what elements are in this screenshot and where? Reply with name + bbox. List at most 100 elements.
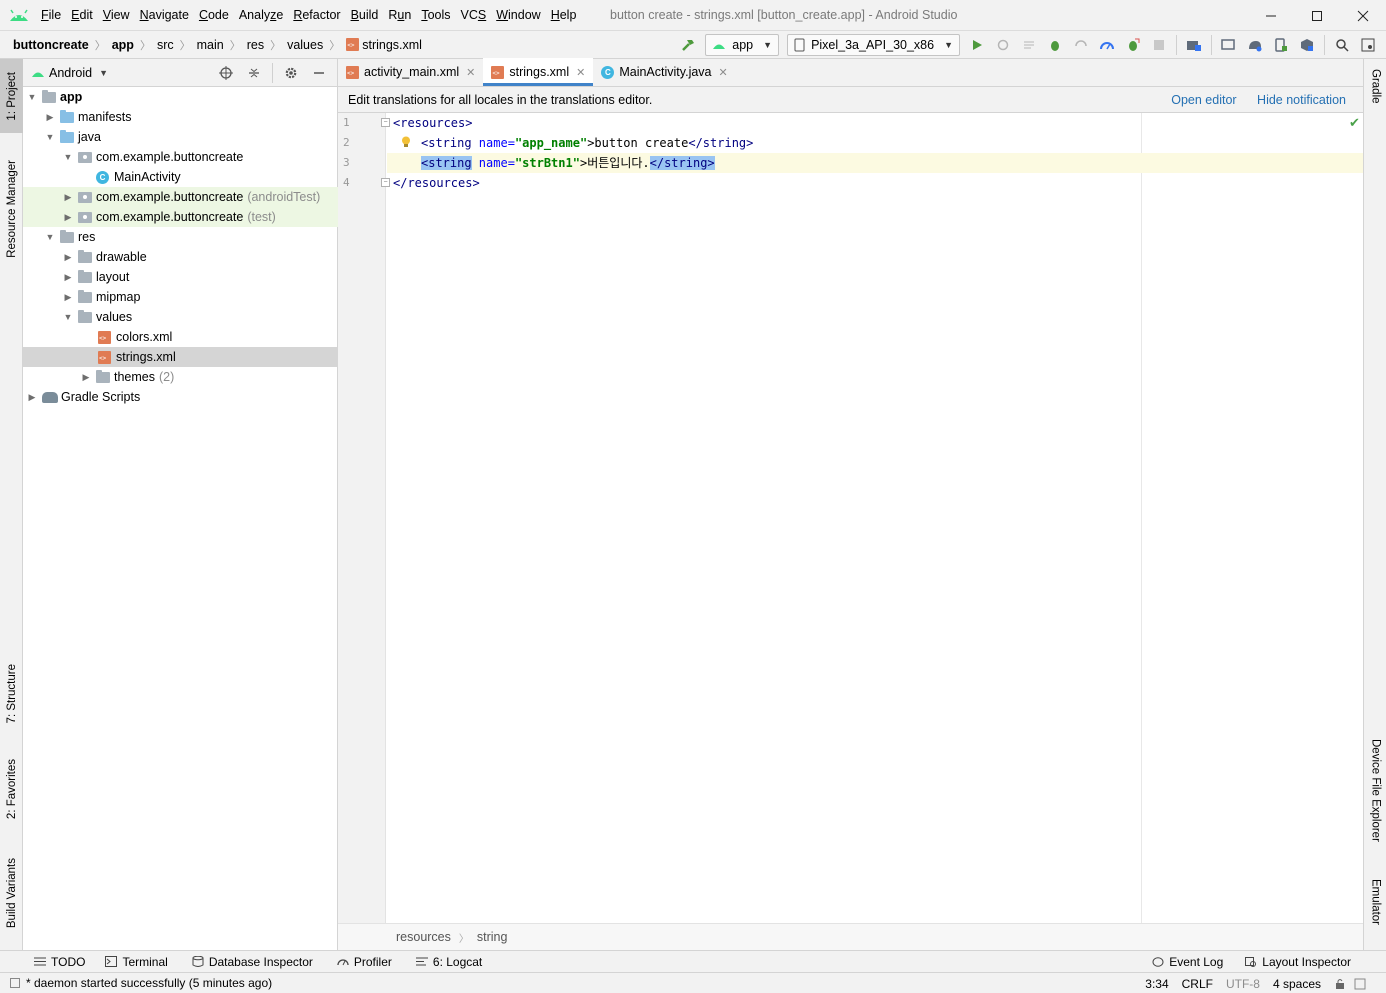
tree-item-java[interactable]: ▼ java bbox=[23, 127, 338, 147]
tree-item-package-test[interactable]: ▶ com.example.buttoncreate (test) bbox=[23, 207, 338, 227]
chevron-down-icon[interactable]: ▼ bbox=[25, 92, 39, 102]
tool-layout-inspector[interactable]: Layout Inspector bbox=[1245, 955, 1351, 969]
close-icon[interactable]: ✕ bbox=[719, 66, 728, 79]
git-branch-icon[interactable] bbox=[1354, 978, 1366, 990]
tree-item-package-main[interactable]: ▼ com.example.buttoncreate bbox=[23, 147, 338, 167]
tree-item-manifests[interactable]: ▶ manifests bbox=[23, 107, 338, 127]
locate-file-button[interactable] bbox=[213, 62, 239, 84]
tool-profiler[interactable]: Profiler bbox=[337, 955, 392, 969]
hide-panel-button[interactable] bbox=[306, 62, 332, 84]
project-view-select[interactable]: Android bbox=[49, 66, 92, 80]
menu-navigate[interactable]: Navigate bbox=[135, 0, 194, 31]
menu-edit[interactable]: Edit bbox=[66, 0, 98, 31]
gradle-sync-button[interactable] bbox=[1243, 34, 1267, 56]
profiler-button[interactable] bbox=[1095, 34, 1119, 56]
no-problems-check-icon[interactable]: ✔ bbox=[1349, 115, 1360, 131]
menu-code[interactable]: Code bbox=[194, 0, 234, 31]
tool-todo[interactable]: TODO bbox=[34, 955, 85, 969]
make-project-button[interactable] bbox=[676, 34, 700, 56]
tab-resource-manager[interactable]: Resource Manager bbox=[0, 149, 23, 269]
tool-terminal[interactable]: Terminal bbox=[105, 955, 168, 969]
line-number-gutter[interactable]: 1 2 3 4 − − bbox=[338, 113, 390, 923]
tree-item-res[interactable]: ▼ res bbox=[23, 227, 338, 247]
tool-event-log[interactable]: Event Log bbox=[1152, 955, 1223, 969]
caret-position[interactable]: 3:34 bbox=[1145, 977, 1168, 991]
tab-project[interactable]: 1: Project bbox=[0, 59, 23, 133]
editor-crumb-string[interactable]: string bbox=[477, 930, 508, 944]
device-select[interactable]: Pixel_3a_API_30_x86 ▼ bbox=[787, 34, 960, 56]
chevron-down-icon[interactable]: ▼ bbox=[61, 152, 75, 162]
lightbulb-icon[interactable] bbox=[401, 136, 411, 148]
minimize-button[interactable] bbox=[1248, 0, 1294, 31]
chevron-down-icon[interactable]: ▼ bbox=[43, 132, 57, 142]
tree-item-colors-xml[interactable]: colors.xml bbox=[23, 327, 338, 347]
tab-favorites[interactable]: 2: Favorites bbox=[0, 747, 23, 831]
tool-database-inspector[interactable]: Database Inspector bbox=[192, 955, 313, 969]
chevron-right-icon[interactable]: ▶ bbox=[25, 392, 39, 403]
tool-logcat[interactable]: 6: Logcat bbox=[415, 955, 482, 969]
tree-item-drawable[interactable]: ▶ drawable bbox=[23, 247, 338, 267]
indent-setting[interactable]: 4 spaces bbox=[1273, 977, 1321, 991]
tab-mainactivity-java[interactable]: C MainActivity.java ✕ bbox=[593, 58, 735, 86]
search-everywhere-button[interactable] bbox=[1330, 34, 1354, 56]
close-icon[interactable]: ✕ bbox=[576, 66, 585, 79]
collapse-all-button[interactable] bbox=[241, 62, 267, 84]
tab-emulator[interactable]: Emulator bbox=[1364, 879, 1386, 949]
project-structure-button[interactable] bbox=[1182, 34, 1206, 56]
menu-view[interactable]: View bbox=[98, 0, 135, 31]
toggle-tool-windows-icon[interactable] bbox=[10, 978, 20, 988]
sdk-manager-button[interactable] bbox=[1295, 34, 1319, 56]
tree-item-themes[interactable]: ▶ themes (2) bbox=[23, 367, 338, 387]
menu-tools[interactable]: Tools bbox=[416, 0, 455, 31]
run-button[interactable] bbox=[965, 34, 989, 56]
menu-run[interactable]: Run bbox=[383, 0, 416, 31]
menu-refactor[interactable]: Refactor bbox=[288, 0, 345, 31]
code-editor[interactable]: <resources> <string name="app_name">butt… bbox=[387, 113, 1363, 923]
tab-device-file-explorer[interactable]: Device File Explorer bbox=[1364, 739, 1386, 859]
tab-strings-xml[interactable]: strings.xml ✕ bbox=[483, 58, 594, 86]
chevron-down-icon[interactable]: ▼ bbox=[61, 312, 75, 322]
status-message[interactable]: * daemon started successfully (5 minutes… bbox=[10, 976, 272, 990]
breadcrumb-main[interactable]: main bbox=[197, 38, 224, 52]
line-separator[interactable]: CRLF bbox=[1182, 977, 1213, 991]
chevron-down-icon[interactable]: ▼ bbox=[43, 232, 57, 242]
breadcrumb-file[interactable]: strings.xml bbox=[346, 37, 422, 52]
file-encoding[interactable]: UTF-8 bbox=[1226, 977, 1260, 991]
chevron-right-icon[interactable]: ▶ bbox=[61, 252, 75, 263]
editor-crumb-resources[interactable]: resources bbox=[396, 930, 451, 944]
menu-analyze[interactable]: Analyze bbox=[234, 0, 288, 31]
stop-button[interactable] bbox=[1147, 34, 1171, 56]
tree-item-values[interactable]: ▼ values bbox=[23, 307, 338, 327]
avd-manager-button[interactable] bbox=[1269, 34, 1293, 56]
tree-item-package-androidtest[interactable]: ▶ com.example.buttoncreate (androidTest) bbox=[23, 187, 338, 207]
chevron-right-icon[interactable]: ▶ bbox=[43, 112, 57, 123]
lock-icon[interactable] bbox=[1334, 978, 1346, 990]
tab-structure[interactable]: 7: Structure bbox=[0, 651, 23, 737]
menu-help[interactable]: Help bbox=[546, 0, 582, 31]
tree-item-layout[interactable]: ▶ layout bbox=[23, 267, 338, 287]
chevron-right-icon[interactable]: ▶ bbox=[79, 372, 93, 383]
tree-item-mainactivity[interactable]: C MainActivity bbox=[23, 167, 338, 187]
tab-gradle[interactable]: Gradle bbox=[1364, 69, 1386, 129]
profile-button[interactable] bbox=[1069, 34, 1093, 56]
assistant-button[interactable] bbox=[1356, 34, 1380, 56]
menu-vcs[interactable]: VCS bbox=[456, 0, 492, 31]
chevron-right-icon[interactable]: ▶ bbox=[61, 292, 75, 303]
chevron-right-icon[interactable]: ▶ bbox=[61, 212, 75, 223]
sync-gradle-button[interactable] bbox=[1217, 34, 1241, 56]
close-window-button[interactable] bbox=[1340, 0, 1386, 31]
breadcrumb-values[interactable]: values bbox=[287, 38, 323, 52]
chevron-right-icon[interactable]: ▶ bbox=[61, 272, 75, 283]
menu-file[interactable]: File bbox=[36, 0, 66, 31]
maximize-button[interactable] bbox=[1294, 0, 1340, 31]
tab-build-variants[interactable]: Build Variants bbox=[0, 845, 23, 941]
tree-item-strings-xml[interactable]: strings.xml bbox=[23, 347, 338, 367]
breadcrumb-res[interactable]: res bbox=[247, 38, 264, 52]
tree-item-gradle-scripts[interactable]: ▶ Gradle Scripts bbox=[23, 387, 338, 407]
breadcrumb-module[interactable]: app bbox=[112, 38, 134, 52]
tree-item-app[interactable]: ▼ app bbox=[23, 87, 338, 107]
close-icon[interactable]: ✕ bbox=[466, 66, 475, 79]
run-config-select[interactable]: app ▼ bbox=[705, 34, 780, 56]
menu-build[interactable]: Build bbox=[346, 0, 384, 31]
project-settings-button[interactable] bbox=[278, 62, 304, 84]
